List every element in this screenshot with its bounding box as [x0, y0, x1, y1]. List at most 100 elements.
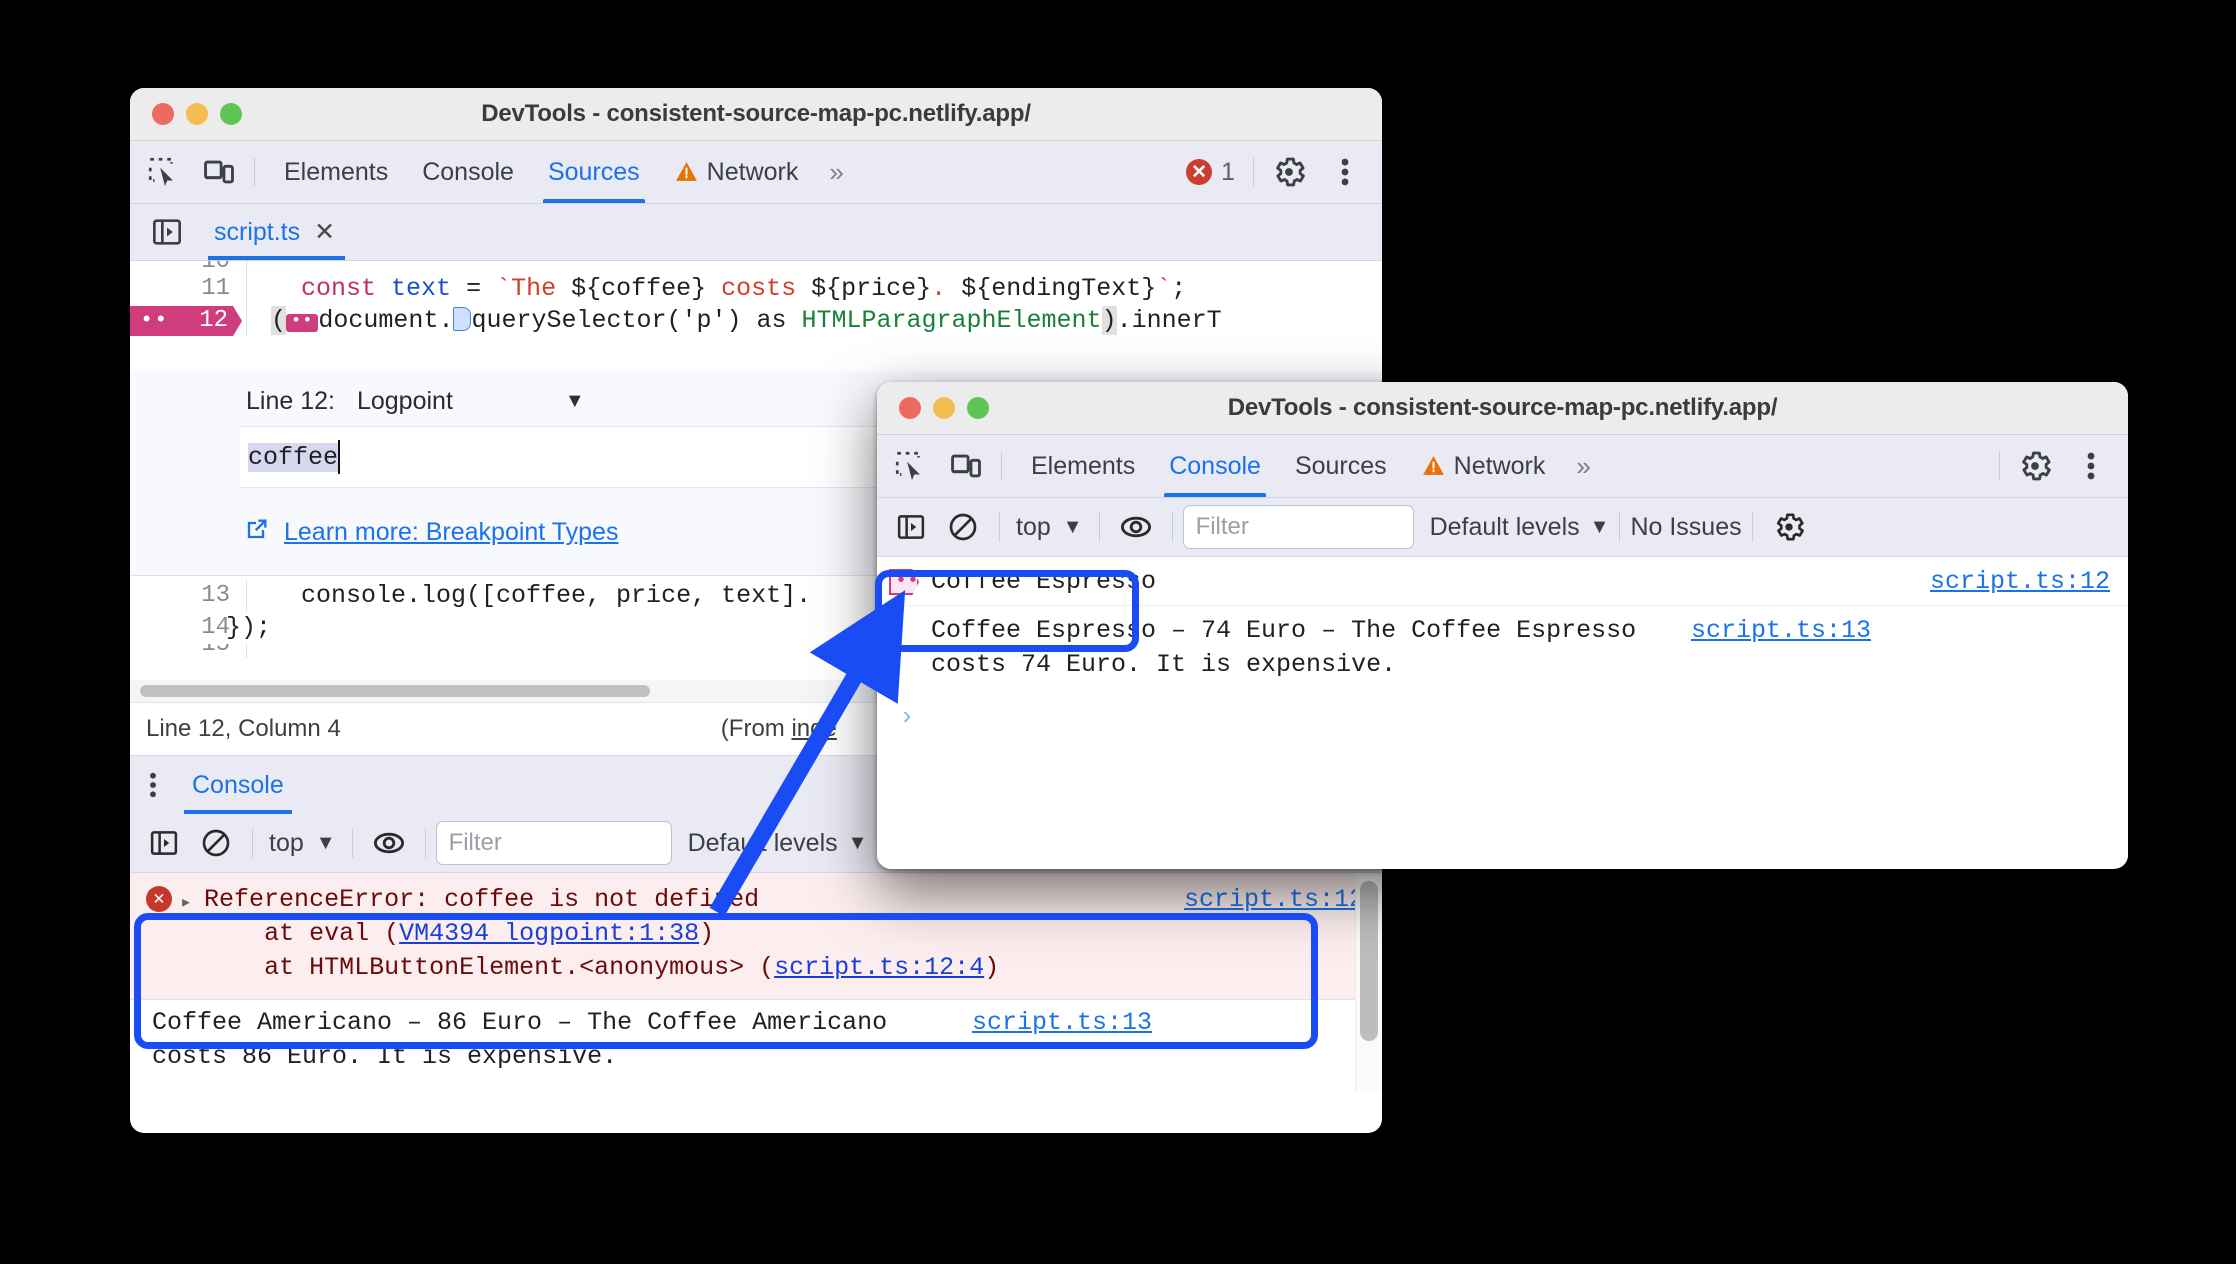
message-source-link[interactable]: script.ts:12 [1930, 565, 2128, 599]
front-console-toolbar[interactable]: top ▼ Filter Default levels ▼ No Issues [877, 498, 2128, 557]
tab-sources[interactable]: Sources [531, 141, 657, 203]
inline-breakpoint-icon[interactable] [453, 307, 472, 331]
gear-icon[interactable] [2012, 443, 2058, 489]
back-console-output[interactable]: ✕ ▸ ReferenceError: coffee is not define… [130, 873, 1382, 1091]
chevron-down-icon: ▼ [1062, 515, 1083, 538]
message-source-link[interactable]: script.ts:12 [1184, 883, 1382, 917]
source-mapping-info: (From inde [720, 715, 837, 742]
device-toolbar-icon[interactable] [196, 149, 242, 195]
console-filter-input[interactable]: Filter [1182, 505, 1414, 549]
breakpoint-line-label: Line 12: [246, 387, 335, 415]
tab-label: Sources [547, 157, 640, 186]
inline-logpoint-icon[interactable]: •• [286, 313, 319, 332]
tab-network[interactable]: Network [1404, 435, 1563, 497]
console-message-log[interactable]: Coffee Americano – 86 Euro – The Coffee … [130, 1000, 1382, 1080]
logpoint-gutter-marker[interactable]: •• 12 [130, 305, 246, 337]
maximize-window-button[interactable] [967, 397, 989, 419]
kebab-menu-icon[interactable] [130, 769, 176, 801]
toolbar-divider-2 [1999, 452, 2000, 480]
console-context-selector[interactable]: top ▼ [263, 829, 342, 858]
console-message-log[interactable]: Coffee Espresso – 74 Euro – The Coffee E… [877, 606, 2128, 688]
live-expression-icon[interactable] [363, 817, 415, 869]
minimize-window-button[interactable] [933, 397, 955, 419]
context-label: top [1016, 512, 1051, 541]
console-sidebar-icon[interactable] [885, 501, 937, 553]
devtools-console-window[interactable]: DevTools - consistent-source-map-pc.netl… [877, 382, 2128, 869]
scrollbar-thumb[interactable] [140, 685, 650, 697]
console-message-logpoint[interactable]: •• Coffee Espresso script.ts:12 [877, 557, 2128, 606]
console-sidebar-icon[interactable] [138, 817, 190, 869]
console-issues-label[interactable]: No Issues [1630, 513, 1741, 542]
close-window-button[interactable] [152, 103, 174, 125]
stack-link[interactable]: script.ts:12:4 [774, 953, 984, 982]
close-icon[interactable]: ✕ [314, 217, 335, 247]
maximize-window-button[interactable] [220, 103, 242, 125]
drawer-tab-label: Console [192, 770, 284, 799]
tab-elements[interactable]: Elements [267, 141, 405, 203]
console-log-levels-selector[interactable]: Default levels ▼ [688, 829, 868, 858]
toolbar-divider [254, 158, 255, 186]
line-number: 12 [199, 307, 228, 334]
tab-console[interactable]: Console [1152, 435, 1278, 497]
stack-link[interactable]: VM4394 logpoint:1:38 [399, 919, 699, 948]
kebab-menu-icon[interactable] [2068, 443, 2114, 489]
line-number: 14 [201, 614, 230, 641]
tab-label: Elements [284, 157, 389, 186]
source-mapping-link[interactable]: inde [791, 715, 836, 742]
error-message-text: ReferenceError: coffee is not defined at… [204, 883, 1184, 985]
inspect-element-icon[interactable] [887, 443, 933, 489]
console-context-selector[interactable]: top ▼ [1010, 513, 1089, 542]
gear-icon[interactable] [1266, 149, 1312, 195]
filter-placeholder: Filter [448, 829, 502, 856]
clear-console-icon[interactable] [937, 501, 989, 553]
stack-line-2: at HTMLButtonElement.<anonymous> (script… [204, 953, 1000, 982]
clear-console-icon[interactable] [190, 817, 242, 869]
code-line-12: •• 12 (•• document. querySelector('p') as … [130, 305, 1382, 337]
learn-more-link[interactable]: Learn more: Breakpoint Types [284, 518, 618, 547]
console-prompt[interactable]: › [877, 688, 2128, 746]
error-title: ReferenceError: coffee is not defined [204, 885, 760, 914]
sources-file-tabstrip[interactable]: script.ts ✕ [130, 204, 1382, 261]
close-window-button[interactable] [899, 397, 921, 419]
file-tab-script-ts[interactable]: script.ts ✕ [208, 204, 346, 260]
show-navigator-icon[interactable] [144, 209, 190, 255]
drawer-tab-console[interactable]: Console [176, 756, 300, 814]
traffic-lights[interactable] [899, 397, 989, 419]
traffic-lights[interactable] [152, 103, 242, 125]
front-window-title: DevTools - consistent-source-map-pc.netl… [1227, 394, 1778, 421]
live-expression-icon[interactable] [1110, 501, 1162, 553]
tab-sources[interactable]: Sources [1278, 435, 1404, 497]
front-window-titlebar[interactable]: DevTools - consistent-source-map-pc.netl… [877, 382, 2128, 435]
console-vertical-scrollbar[interactable] [1355, 873, 1382, 1091]
tab-network[interactable]: Network [657, 141, 816, 203]
message-source-link[interactable]: script.ts:13 [972, 1006, 1170, 1040]
front-console-output[interactable]: •• Coffee Espresso script.ts:12 Coffee E… [877, 557, 2128, 862]
minimize-window-button[interactable] [186, 103, 208, 125]
expand-arrow-icon[interactable]: ▸ [180, 887, 192, 921]
more-tabs-button[interactable]: » [815, 157, 857, 188]
inspect-element-icon[interactable] [140, 149, 186, 195]
tab-label: Network [706, 157, 799, 186]
gear-icon[interactable] [1763, 501, 1815, 553]
tab-console[interactable]: Console [405, 141, 531, 203]
more-tabs-button[interactable]: » [1562, 451, 1604, 482]
back-window-titlebar[interactable]: DevTools - consistent-source-map-pc.netl… [130, 88, 1382, 141]
stack-line: at eval (VM4394 logpoint:1:38) [204, 919, 715, 948]
console-message-error[interactable]: ✕ ▸ ReferenceError: coffee is not define… [130, 873, 1382, 1000]
code-editor[interactable]: 10 11 const text = `The ${coffee} costs … [130, 261, 1382, 371]
console-log-levels-selector[interactable]: Default levels ▼ [1430, 513, 1610, 542]
scrollbar-thumb[interactable] [1360, 881, 1378, 1041]
toolbar-divider [1001, 452, 1002, 480]
prompt-caret-icon: › [899, 702, 915, 732]
kebab-menu-icon[interactable] [1322, 149, 1368, 195]
error-count-badge[interactable]: ✕ 1 [1180, 158, 1241, 187]
tab-elements[interactable]: Elements [1014, 435, 1152, 497]
back-devtools-tabbar[interactable]: Elements Console Sources Network » ✕ 1 [130, 141, 1382, 204]
message-source-link[interactable]: script.ts:13 [1691, 614, 1889, 648]
logpoint-chip[interactable]: •• 12 [130, 306, 242, 336]
logpoint-icon: •• [889, 569, 919, 595]
front-devtools-tabbar[interactable]: Elements Console Sources Network » [877, 435, 2128, 498]
device-toolbar-icon[interactable] [943, 443, 989, 489]
console-filter-input[interactable]: Filter [435, 821, 672, 865]
chevron-down-icon[interactable]: ▼ [565, 390, 585, 413]
